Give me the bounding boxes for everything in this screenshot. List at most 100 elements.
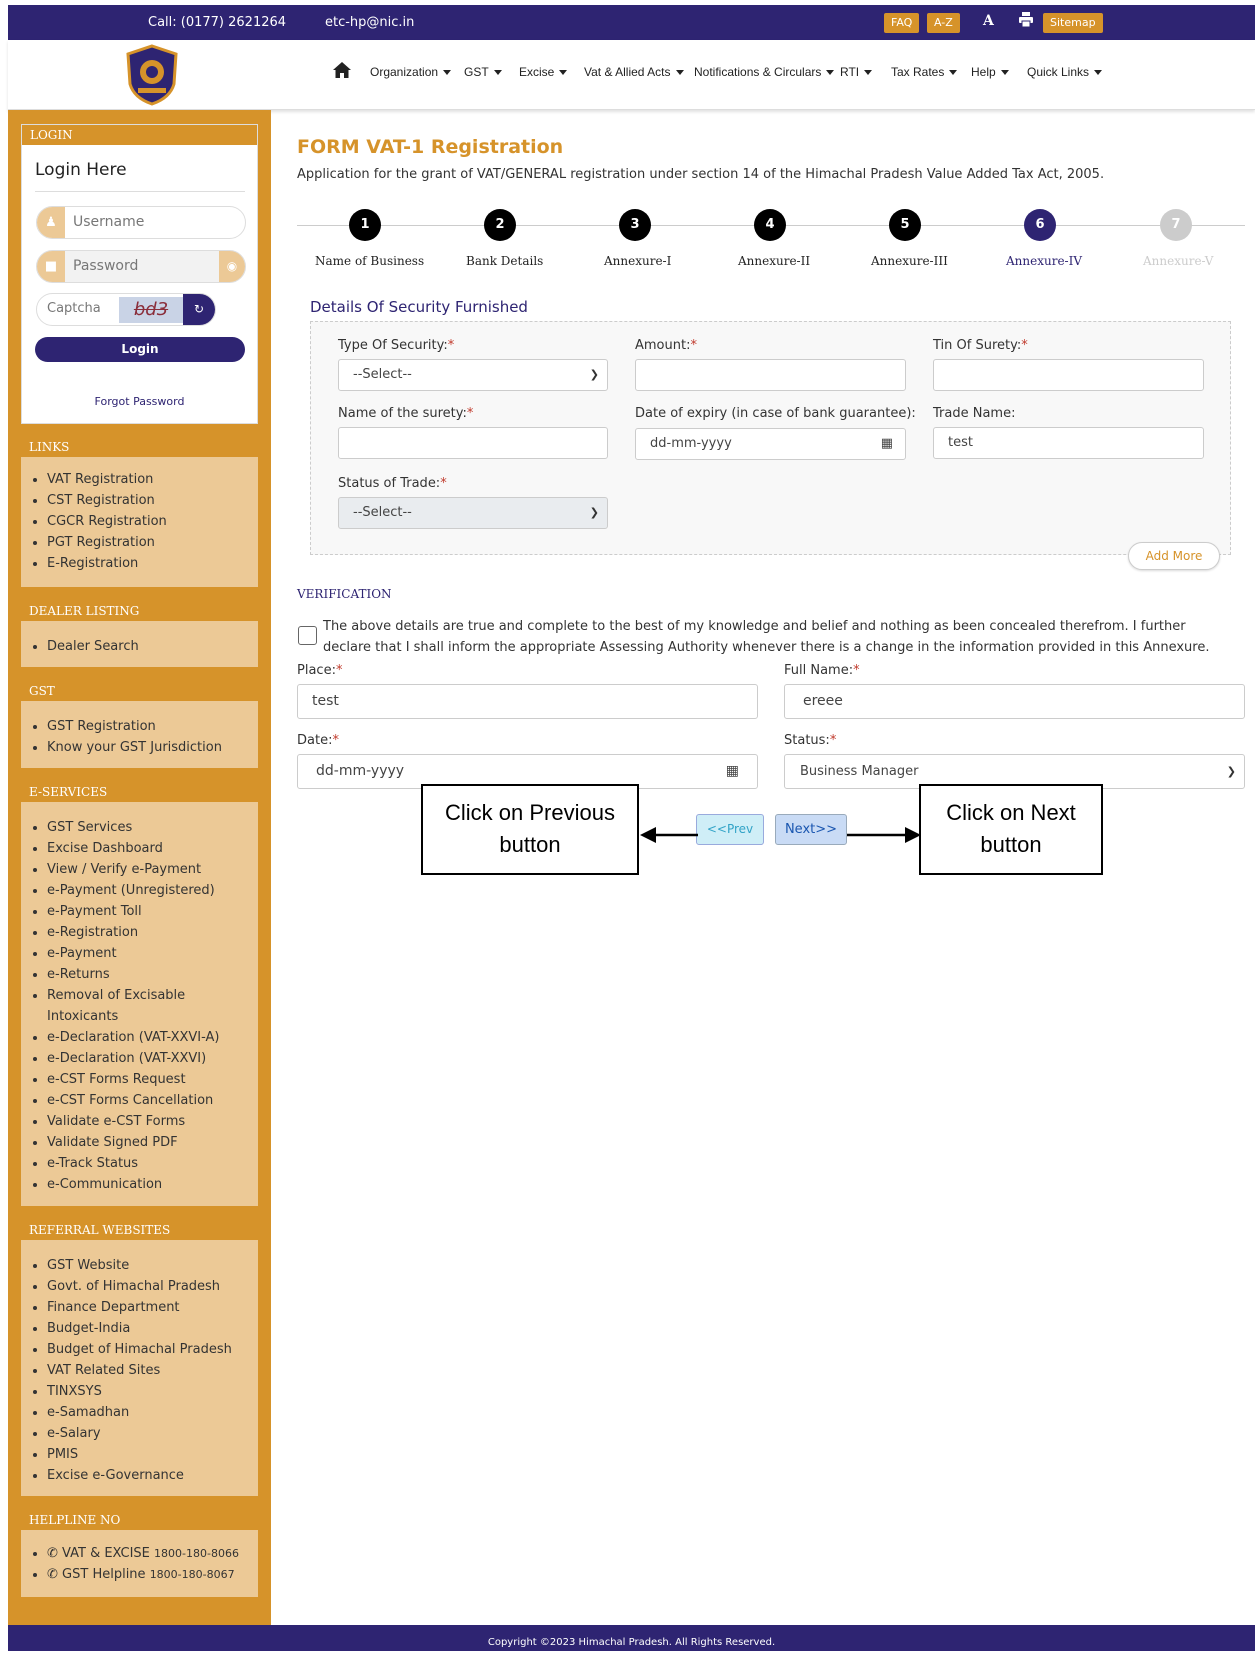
- step-5[interactable]: 5: [889, 209, 921, 241]
- list-item[interactable]: e-Communication: [47, 1174, 221, 1195]
- status-label: Status:*: [784, 733, 837, 748]
- step-1[interactable]: 1: [349, 209, 381, 241]
- list-item[interactable]: e-Registration: [47, 922, 221, 943]
- nav-help[interactable]: Help: [971, 65, 1009, 79]
- list-item[interactable]: GST Services: [47, 817, 221, 838]
- chevron-down-icon: ❯: [1226, 765, 1236, 778]
- list-item[interactable]: E-Registration: [47, 553, 258, 574]
- full-name-input[interactable]: ereee: [784, 684, 1245, 719]
- eye-icon[interactable]: ◉: [219, 251, 245, 282]
- step-2[interactable]: 2: [484, 209, 516, 241]
- list-item[interactable]: e-Payment Toll: [47, 901, 221, 922]
- nav-notifications[interactable]: Notifications & Circulars: [694, 65, 835, 79]
- font-size-icon[interactable]: A: [983, 13, 994, 29]
- list-item[interactable]: Dealer Search: [47, 636, 258, 657]
- list-item[interactable]: e-CST Forms Cancellation: [47, 1090, 221, 1111]
- full-name-label: Full Name:*: [784, 663, 860, 678]
- tin-of-surety-label: Tin Of Surety:*: [933, 338, 1028, 353]
- nav-excise[interactable]: Excise: [519, 65, 568, 79]
- captcha-image: bd3: [119, 297, 183, 323]
- amount-input[interactable]: [635, 359, 906, 391]
- emblem-logo[interactable]: [124, 44, 180, 106]
- captcha-input[interactable]: Captcha bd3 ↻: [36, 293, 216, 326]
- step-label-active: Annexure-IV: [1006, 254, 1083, 268]
- list-item[interactable]: ✆ VAT & EXCISE 1800-180-8066: [47, 1543, 258, 1564]
- list-item[interactable]: PGT Registration: [47, 532, 258, 553]
- next-callout: Click on Next button: [919, 784, 1103, 875]
- chevron-down-icon: ❯: [589, 506, 599, 519]
- password-input[interactable]: ■ Password ◉: [36, 250, 246, 283]
- list-item[interactable]: Know your GST Jurisdiction: [47, 737, 258, 758]
- list-item[interactable]: VAT Related Sites: [47, 1360, 258, 1381]
- list-item[interactable]: GST Registration: [47, 716, 258, 737]
- add-more-button[interactable]: Add More: [1128, 542, 1220, 570]
- list-item[interactable]: e-Payment (Unregistered): [47, 880, 221, 901]
- calendar-icon[interactable]: ▦: [881, 429, 893, 459]
- nav-tax-rates[interactable]: Tax Rates: [891, 65, 958, 79]
- name-of-surety-input[interactable]: [338, 427, 608, 459]
- list-item[interactable]: GST Website: [47, 1255, 258, 1276]
- list-item[interactable]: e-Declaration (VAT-XXVI): [47, 1048, 221, 1069]
- list-item[interactable]: PMIS: [47, 1444, 258, 1465]
- date-label: Date:*: [297, 733, 339, 748]
- list-item[interactable]: Budget-India: [47, 1318, 258, 1339]
- list-item[interactable]: Removal of Excisable Intoxicants: [47, 985, 221, 1027]
- nav-quick-links[interactable]: Quick Links: [1027, 65, 1103, 79]
- declaration-checkbox[interactable]: [298, 626, 317, 645]
- az-button[interactable]: A-Z: [927, 13, 960, 33]
- username-input[interactable]: ♟ Username: [36, 206, 246, 239]
- list-item[interactable]: TINXSYS: [47, 1381, 258, 1402]
- home-icon[interactable]: [332, 61, 352, 82]
- list-item[interactable]: e-Samadhan: [47, 1402, 258, 1423]
- nav-gst[interactable]: GST: [464, 65, 502, 79]
- date-of-expiry-input[interactable]: dd-mm-yyyy ▦: [635, 428, 906, 460]
- nav-vat-allied-acts[interactable]: Vat & Allied Acts: [584, 65, 684, 79]
- links-panel-header: LINKS: [21, 437, 258, 457]
- type-of-security-select[interactable]: --Select-- ❯: [338, 359, 608, 391]
- list-item[interactable]: CGCR Registration: [47, 511, 258, 532]
- login-button[interactable]: Login: [35, 337, 245, 362]
- nav-organization[interactable]: Organization: [370, 65, 452, 79]
- list-item[interactable]: e-Declaration (VAT-XXVI-A): [47, 1027, 221, 1048]
- list-item[interactable]: Excise Dashboard: [47, 838, 221, 859]
- list-item[interactable]: e-CST Forms Request: [47, 1069, 221, 1090]
- page-description: Application for the grant of VAT/GENERAL…: [297, 167, 1105, 182]
- list-item[interactable]: ✆ GST Helpline 1800-180-8067: [47, 1564, 258, 1585]
- amount-label: Amount:*: [635, 338, 697, 353]
- list-item[interactable]: VAT Registration: [47, 469, 258, 490]
- forgot-password-link[interactable]: Forgot Password: [22, 395, 257, 408]
- list-item[interactable]: e-Track Status: [47, 1153, 221, 1174]
- refresh-icon[interactable]: ↻: [183, 294, 215, 325]
- step-4[interactable]: 4: [754, 209, 786, 241]
- list-item[interactable]: Validate Signed PDF: [47, 1132, 221, 1153]
- main-navbar: Organization GST Excise Vat & Allied Act…: [8, 40, 1255, 110]
- prev-button[interactable]: <<Prev: [696, 814, 764, 845]
- trade-name-label: Trade Name:: [933, 406, 1016, 421]
- nav-rti[interactable]: RTI: [840, 65, 873, 79]
- list-item[interactable]: View / Verify e-Payment: [47, 859, 221, 880]
- list-item[interactable]: e-Payment: [47, 943, 221, 964]
- sitemap-button[interactable]: Sitemap: [1043, 13, 1103, 33]
- tin-of-surety-input[interactable]: [933, 359, 1204, 391]
- list-item[interactable]: e-Salary: [47, 1423, 258, 1444]
- list-item[interactable]: Validate e-CST Forms: [47, 1111, 221, 1132]
- step-6-active[interactable]: 6: [1024, 209, 1056, 241]
- calendar-icon[interactable]: ▦: [726, 755, 739, 788]
- status-of-trade-select[interactable]: --Select-- ❯: [338, 497, 608, 529]
- list-item[interactable]: e-Returns: [47, 964, 221, 985]
- gst-panel-header: GST: [21, 681, 258, 701]
- list-item[interactable]: Finance Department: [47, 1297, 258, 1318]
- next-button[interactable]: Next>>: [775, 814, 847, 845]
- referral-panel-header: REFERRAL WEBSITES: [21, 1220, 258, 1240]
- dealer-listing-panel: DEALER LISTING Dealer Search: [21, 601, 258, 667]
- faq-button[interactable]: FAQ: [884, 13, 920, 33]
- list-item[interactable]: Govt. of Himachal Pradesh: [47, 1276, 258, 1297]
- list-item[interactable]: CST Registration: [47, 490, 258, 511]
- contact-email[interactable]: etc-hp@nic.in: [325, 15, 414, 30]
- print-icon[interactable]: [1018, 12, 1034, 31]
- place-input[interactable]: test: [297, 684, 758, 719]
- trade-name-input[interactable]: test: [933, 427, 1204, 459]
- list-item[interactable]: Budget of Himachal Pradesh: [47, 1339, 258, 1360]
- step-3[interactable]: 3: [619, 209, 651, 241]
- list-item[interactable]: Excise e-Governance: [47, 1465, 258, 1486]
